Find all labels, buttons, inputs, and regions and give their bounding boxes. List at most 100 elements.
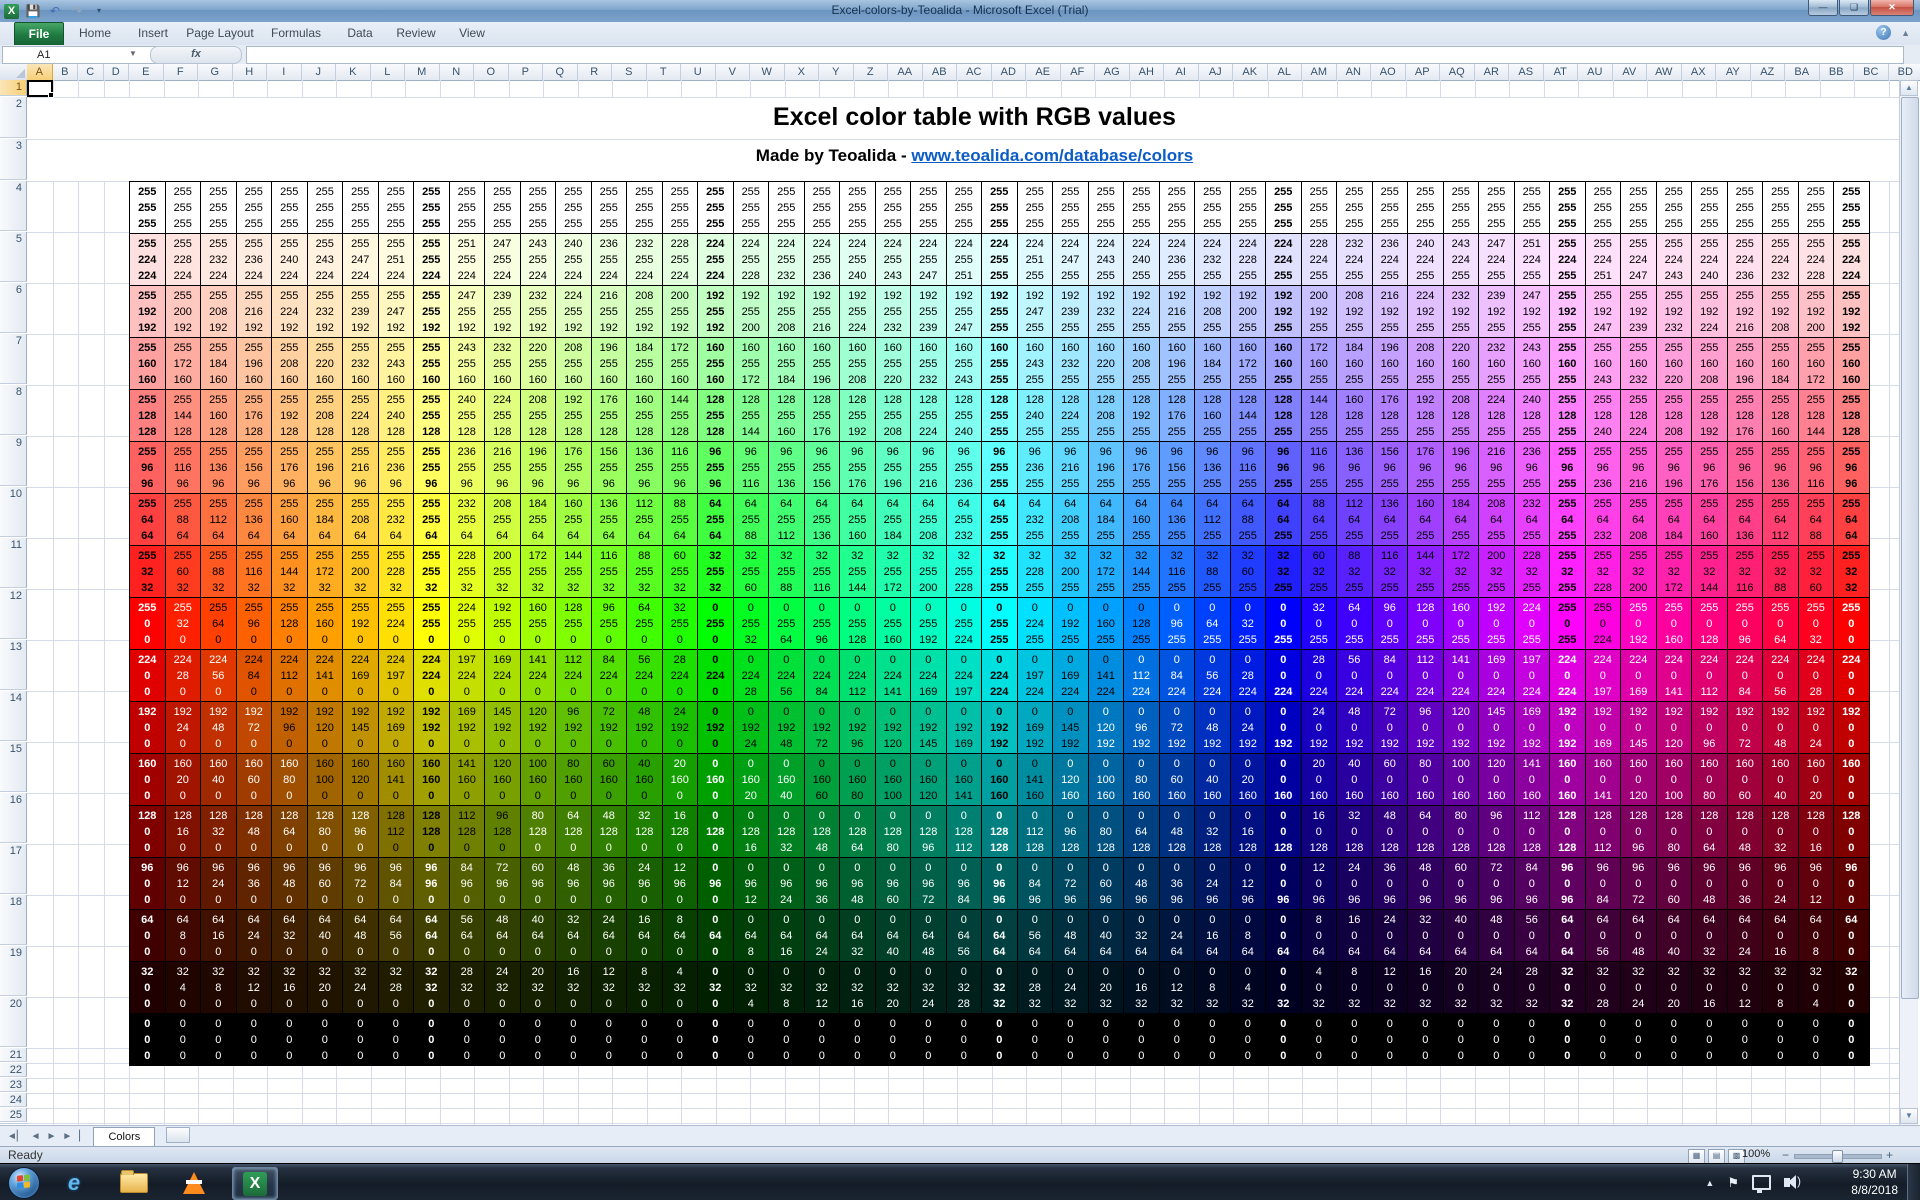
- rgb-cell[interactable]: 255255255: [769, 182, 804, 233]
- rgb-cell[interactable]: 32020: [1657, 962, 1692, 1013]
- rgb-cell[interactable]: 128128255: [1266, 390, 1301, 441]
- rgb-cell[interactable]: 000: [1337, 1014, 1372, 1065]
- rgb-cell[interactable]: 840224: [1373, 650, 1408, 701]
- rgb-cell[interactable]: 3225560: [734, 546, 769, 597]
- rgb-cell[interactable]: 000: [343, 1014, 378, 1065]
- insert-function-button[interactable]: fx: [150, 46, 242, 64]
- rgb-cell[interactable]: 25500: [130, 598, 165, 649]
- rgb-cell[interactable]: 64160: [201, 910, 236, 961]
- rgb-cell[interactable]: 192239255: [1053, 286, 1088, 337]
- rgb-cell[interactable]: 05664: [1018, 910, 1053, 961]
- rgb-cell[interactable]: 128160255: [1195, 390, 1230, 441]
- rgb-cell[interactable]: 64640: [414, 910, 449, 961]
- rgb-cell[interactable]: 160200: [166, 754, 201, 805]
- rgb-cell[interactable]: 160020: [1799, 754, 1834, 805]
- rgb-cell[interactable]: 224224255: [1266, 234, 1301, 285]
- rgb-cell[interactable]: 25525532: [414, 546, 449, 597]
- rgb-cell[interactable]: 255247192: [379, 286, 414, 337]
- column-header-AA[interactable]: AA: [888, 64, 923, 81]
- ribbon-tab-insert[interactable]: Insert: [128, 22, 178, 44]
- rgb-cell[interactable]: 2558832: [201, 546, 236, 597]
- column-header-H[interactable]: H: [233, 64, 268, 81]
- rgb-cell[interactable]: 192255247: [947, 286, 982, 337]
- rgb-cell[interactable]: 000: [1160, 1014, 1195, 1065]
- rgb-cell[interactable]: 128208255: [1089, 390, 1124, 441]
- rgb-cell[interactable]: 25532200: [1621, 546, 1656, 597]
- rgb-cell[interactable]: 224251255: [1018, 234, 1053, 285]
- rgb-cell[interactable]: 8832255: [1337, 546, 1372, 597]
- rgb-cell[interactable]: 15625596: [592, 442, 627, 493]
- rgb-cell[interactable]: 16064: [1337, 910, 1372, 961]
- rgb-cell[interactable]: 224084: [1728, 650, 1763, 701]
- rgb-cell[interactable]: 96196255: [1089, 442, 1124, 493]
- rgb-cell[interactable]: 255184160: [201, 338, 236, 389]
- rgb-cell[interactable]: 019248: [769, 702, 804, 753]
- rgb-cell[interactable]: 200192255: [1302, 286, 1337, 337]
- rgb-cell[interactable]: 32160: [272, 962, 307, 1013]
- rgb-cell[interactable]: 01232: [1160, 962, 1195, 1013]
- rgb-cell[interactable]: 1691920: [450, 702, 485, 753]
- rgb-cell[interactable]: 06464: [982, 910, 1017, 961]
- rgb-cell[interactable]: 228255224: [663, 234, 698, 285]
- rgb-cell[interactable]: 022484: [805, 650, 840, 701]
- rgb-cell[interactable]: 255255255: [840, 182, 875, 233]
- rgb-cell[interactable]: 228224255: [1302, 234, 1337, 285]
- rgb-cell[interactable]: 32228255: [1018, 546, 1053, 597]
- rgb-cell[interactable]: 32200: [308, 962, 343, 1013]
- rgb-cell[interactable]: 255255255: [166, 182, 201, 233]
- rgb-cell[interactable]: 024192: [1231, 702, 1266, 753]
- rgb-cell[interactable]: 84096: [1515, 858, 1550, 909]
- rgb-cell[interactable]: 128032: [1763, 806, 1798, 857]
- rgb-cell[interactable]: 96255136: [769, 442, 804, 493]
- column-header-AX[interactable]: AX: [1682, 64, 1717, 81]
- rgb-cell[interactable]: 000: [1479, 1014, 1514, 1065]
- rgb-cell[interactable]: 1200160: [1479, 754, 1514, 805]
- rgb-cell[interactable]: 96360: [237, 858, 272, 909]
- rgb-cell[interactable]: 224255232: [769, 234, 804, 285]
- rgb-cell[interactable]: 060160: [1160, 754, 1195, 805]
- column-header-AS[interactable]: AS: [1509, 64, 1544, 81]
- rgb-cell[interactable]: 255200192: [166, 286, 201, 337]
- vlc-icon[interactable]: [172, 1167, 216, 1198]
- rgb-cell[interactable]: 1280255: [1408, 598, 1443, 649]
- rgb-cell[interactable]: 32064: [1408, 910, 1443, 961]
- rgb-cell[interactable]: 0192255: [1053, 598, 1088, 649]
- rgb-cell[interactable]: 255255255: [698, 182, 733, 233]
- rgb-cell[interactable]: 012896: [911, 806, 946, 857]
- rgb-cell[interactable]: 09636: [805, 858, 840, 909]
- rgb-cell[interactable]: 255255255: [1195, 182, 1230, 233]
- rgb-cell[interactable]: 0160120: [911, 754, 946, 805]
- windows-explorer-icon[interactable]: [112, 1167, 156, 1198]
- excel-taskbar-icon[interactable]: X: [232, 1167, 278, 1200]
- rgb-cell[interactable]: 9696255: [1266, 442, 1301, 493]
- rgb-cell[interactable]: 20320: [521, 962, 556, 1013]
- rgb-cell[interactable]: 64048: [1621, 910, 1656, 961]
- rgb-cell[interactable]: 25511632: [237, 546, 272, 597]
- rgb-cell[interactable]: 0224141: [876, 650, 911, 701]
- column-header-AI[interactable]: AI: [1164, 64, 1199, 81]
- rgb-cell[interactable]: 25523264: [379, 494, 414, 545]
- rgb-cell[interactable]: 6425588: [734, 494, 769, 545]
- rgb-cell[interactable]: 192096: [1692, 702, 1727, 753]
- rgb-cell[interactable]: 25513696: [201, 442, 236, 493]
- rgb-cell[interactable]: 232160255: [1479, 338, 1514, 389]
- rgb-cell[interactable]: 1920255: [1479, 598, 1514, 649]
- rgb-cell[interactable]: 1690192: [1515, 702, 1550, 753]
- rgb-cell[interactable]: 3200: [1834, 962, 1869, 1013]
- rgb-cell[interactable]: 8320: [627, 962, 662, 1013]
- rgb-cell[interactable]: 0128128: [982, 806, 1017, 857]
- rgb-cell[interactable]: 224247255: [1053, 234, 1088, 285]
- rgb-cell[interactable]: 64320: [272, 910, 307, 961]
- rgb-cell[interactable]: 641280: [556, 806, 591, 857]
- rgb-cell[interactable]: 4032: [1302, 962, 1337, 1013]
- rgb-cell[interactable]: 64560: [379, 910, 414, 961]
- rgb-cell[interactable]: 0169192: [1018, 702, 1053, 753]
- rgb-cell[interactable]: 243160255: [1515, 338, 1550, 389]
- rgb-cell[interactable]: 201600: [663, 754, 698, 805]
- column-header-AU[interactable]: AU: [1578, 64, 1613, 81]
- row-header-19[interactable]: 19: [0, 946, 27, 996]
- rgb-cell[interactable]: 25564184: [1657, 494, 1692, 545]
- rgb-cell[interactable]: 1280112: [1586, 806, 1621, 857]
- rgb-cell[interactable]: 96048: [1692, 858, 1727, 909]
- rgb-cell[interactable]: 25596236: [1586, 442, 1621, 493]
